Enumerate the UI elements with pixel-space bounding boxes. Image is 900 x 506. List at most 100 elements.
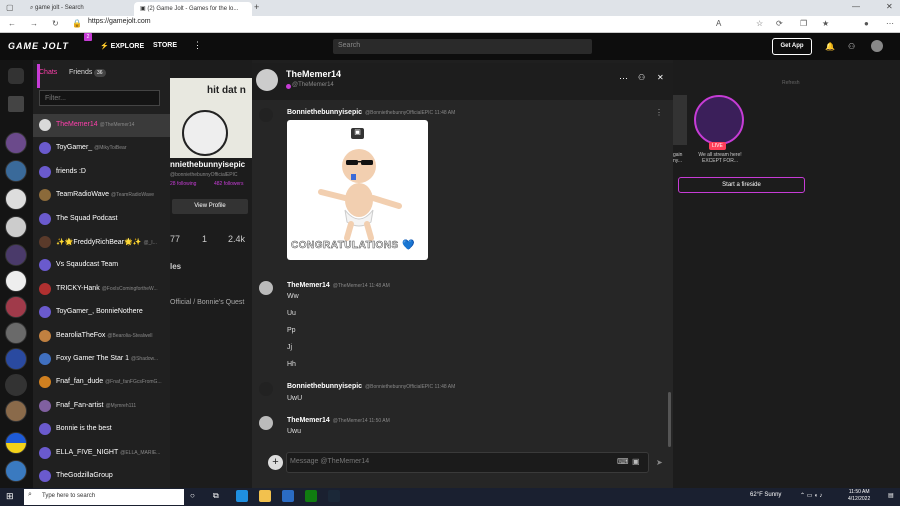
game-jolt-logo[interactable]: GAME JOLT — [8, 41, 69, 51]
chat-list-item[interactable]: TheGodzillaGroup — [33, 465, 170, 488]
read-aloud-icon[interactable]: A — [716, 19, 721, 28]
get-app-button[interactable]: Get App — [772, 38, 812, 55]
chat-list-item[interactable]: Fnaf_fan_dude @Fnaf_fanFGcsFromG... — [33, 371, 170, 394]
favorite-icon[interactable]: ☆ — [756, 19, 763, 28]
weather-widget[interactable]: 62°F Sunny — [750, 492, 781, 498]
store-icon[interactable] — [282, 490, 294, 502]
new-tab-button[interactable]: + — [254, 2, 259, 12]
minimize-icon[interactable]: — — [852, 2, 860, 11]
message-options-icon[interactable]: ⋮ — [655, 108, 663, 117]
close-chat-icon[interactable]: ✕ — [657, 73, 664, 82]
favorites-bar-icon[interactable]: ★ — [822, 19, 829, 28]
community-avatar[interactable] — [5, 374, 27, 396]
community-avatar[interactable] — [5, 132, 27, 154]
community-avatar[interactable] — [5, 216, 27, 238]
message-avatar[interactable] — [259, 416, 273, 430]
chat-list-item[interactable]: BearoliaTheFox @Bearolia-Stealwell — [33, 325, 170, 348]
chat-scrollbar[interactable] — [668, 392, 671, 447]
more-options-icon[interactable]: ⋮ — [193, 40, 202, 51]
chat-list-item[interactable]: ✨🌟FreddyRichBear🌟✨ @_I... — [33, 231, 170, 254]
chat-list-item[interactable]: friends :D — [33, 161, 170, 184]
explore-link[interactable]: ⚡ EXPLORE — [100, 42, 144, 50]
chat-title[interactable]: TheMemer14 — [286, 69, 341, 79]
community-avatar[interactable] — [5, 270, 27, 292]
message-author[interactable]: TheMemer14 @TheMemer14 11:50 AM — [287, 417, 390, 424]
filter-input[interactable]: Filter... — [39, 90, 160, 106]
windows-start-icon[interactable]: ⊞ — [6, 491, 14, 502]
stream-card[interactable] — [673, 95, 687, 145]
store-link[interactable]: STORE — [153, 42, 177, 49]
community-avatar[interactable] — [5, 432, 27, 454]
refresh-page-icon[interactable]: ⟳ — [776, 19, 783, 28]
message-author[interactable]: TheMemer14 @TheMemer14 11:48 AM — [287, 282, 390, 289]
profile-community[interactable]: Official / Bonnie's Quest — [170, 299, 244, 306]
message-author[interactable]: Bonniethebunnyisepic @BonniethebunnyOffic… — [287, 109, 455, 116]
profile-icon[interactable]: ● — [864, 19, 869, 28]
image-upload-icon[interactable]: ▣ — [632, 457, 640, 466]
gif-icon[interactable]: ▣ — [351, 128, 364, 139]
forward-icon[interactable]: → — [30, 19, 38, 28]
chat-user-avatar[interactable] — [256, 69, 278, 91]
back-icon[interactable]: ← — [8, 19, 16, 28]
chat-list-item[interactable]: TeamRadioWave @TeamRadioWave — [33, 184, 170, 207]
menu-icon[interactable]: ⋯ — [886, 19, 894, 28]
live-stream-avatar[interactable] — [694, 95, 744, 145]
message-gif[interactable] — [287, 120, 428, 260]
refresh-icon[interactable]: ↻ — [52, 19, 59, 28]
community-avatar[interactable] — [5, 322, 27, 344]
start-fireside-button[interactable]: Start a fireside — [678, 177, 805, 193]
collections-icon[interactable]: ❐ — [800, 19, 807, 28]
add-attachment-button[interactable]: + — [268, 455, 283, 470]
chat-list-item[interactable]: ToyGamer_, BonnieNothere — [33, 301, 170, 324]
message-author[interactable]: Bonniethebunnyisepic @BonniethebunnyOffic… — [287, 383, 455, 390]
notification-center-icon[interactable]: ▤ — [888, 492, 894, 499]
profile-following[interactable]: 28 following — [170, 181, 196, 187]
chat-list-item[interactable]: Fnaf_Fan-artist @Mymreh111 — [33, 395, 170, 418]
community-avatar[interactable] — [5, 188, 27, 210]
tab-chats[interactable]: Chats — [39, 69, 57, 76]
message-avatar[interactable] — [259, 382, 273, 396]
chat-list-item[interactable]: TRICKY-Hank @FoxIsComingfortheW... — [33, 278, 170, 301]
tab-friends[interactable]: Friends — [69, 69, 92, 76]
refresh-link[interactable]: Refresh — [782, 80, 800, 86]
task-view-icon[interactable]: ⧉ — [213, 491, 219, 501]
chat-options-icon[interactable]: ⋯ — [619, 73, 628, 84]
steam-icon[interactable] — [328, 490, 340, 502]
chat-list-item[interactable]: Vs Sqaudcast Team — [33, 254, 170, 277]
chat-list-item[interactable]: ToyGamer_ @MikyToiBear — [33, 137, 170, 160]
close-window-icon[interactable]: ✕ — [886, 2, 893, 11]
chat-rail-icon[interactable] — [8, 68, 24, 84]
tab-game-jolt[interactable]: ▣ (2) Game Jolt - Games for the lo... — [134, 2, 252, 16]
chat-list-item[interactable]: The Squad Podcast — [33, 208, 170, 231]
site-search-input[interactable]: Search — [333, 39, 592, 54]
taskbar-clock[interactable]: 11:50 AM 4/12/2022 — [848, 489, 870, 503]
send-icon[interactable]: ➤ — [656, 458, 663, 467]
notifications-bell-icon[interactable]: 🔔 — [825, 42, 835, 51]
xbox-icon[interactable] — [305, 490, 317, 502]
system-tray-icons[interactable]: ⌃ ▭ ◖ ♪ — [800, 492, 822, 499]
tab-game-jolt-search[interactable]: ⌕ game jolt - Search — [24, 2, 134, 16]
friends-icon[interactable]: ⚇ — [848, 42, 855, 51]
user-avatar[interactable] — [871, 40, 883, 52]
view-profile-button[interactable]: View Profile — [172, 199, 248, 214]
edge-icon[interactable] — [236, 490, 248, 502]
chat-list-item[interactable]: ELLA_FIVE_NIGHT @ELLA_MARIE... — [33, 442, 170, 465]
library-icon[interactable] — [8, 96, 24, 112]
chat-list-item[interactable]: Foxy Gamer The Star 1 @Shadow... — [33, 348, 170, 371]
community-avatar[interactable] — [5, 400, 27, 422]
tab-actions-icon[interactable]: ▢ — [6, 3, 14, 12]
community-avatar[interactable] — [5, 244, 27, 266]
cortana-icon[interactable]: ○ — [190, 491, 195, 500]
chat-list-item[interactable]: Bonnie is the best — [33, 418, 170, 441]
chat-list-item[interactable]: TheMemer14 @TheMemer14 — [33, 114, 170, 137]
message-avatar[interactable] — [259, 108, 273, 122]
emoji-keyboard-icon[interactable]: ⌨ — [617, 457, 629, 466]
community-avatar[interactable] — [5, 460, 27, 482]
url-field[interactable]: https://gamejolt.com — [84, 16, 684, 29]
community-avatar[interactable] — [5, 160, 27, 182]
file-explorer-icon[interactable] — [259, 490, 271, 502]
add-friend-icon[interactable]: ⚇ — [638, 73, 645, 82]
community-avatar[interactable] — [5, 348, 27, 370]
taskbar-search-input[interactable]: Type here to search — [24, 489, 184, 505]
community-avatar[interactable] — [5, 296, 27, 318]
